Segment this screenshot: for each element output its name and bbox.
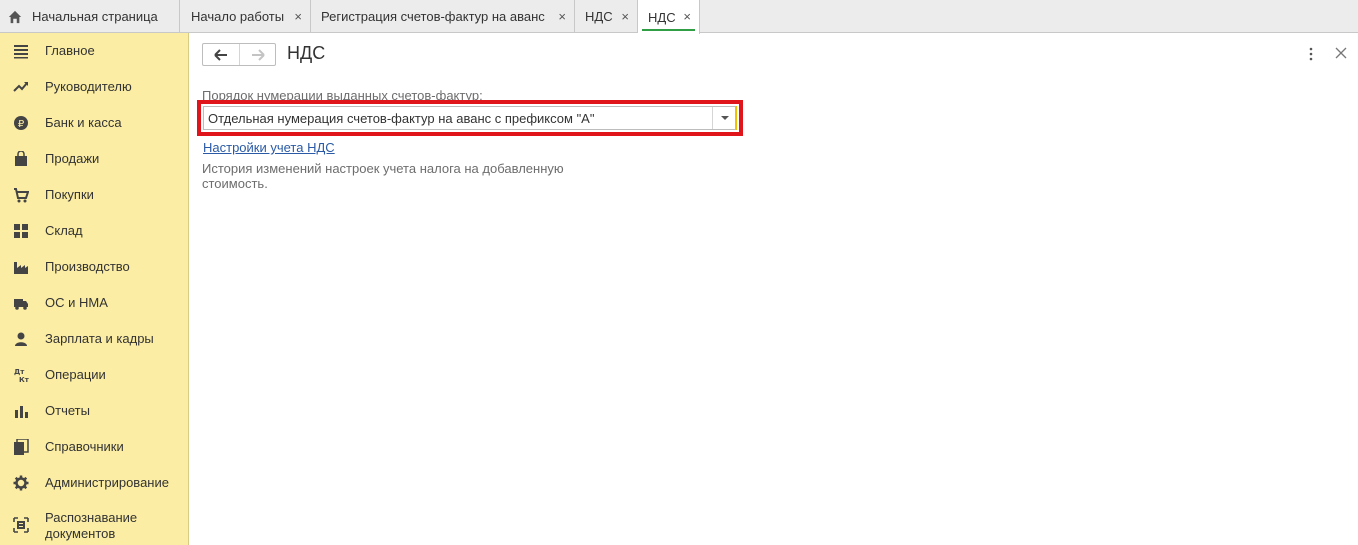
more-vertical-icon[interactable] — [1306, 46, 1316, 62]
person-icon — [15, 332, 27, 346]
factory-icon — [14, 262, 28, 274]
arrow-left-icon — [214, 48, 227, 61]
sidebar-item-label: Справочники — [45, 439, 124, 454]
tab-label: НДС — [585, 9, 613, 24]
books-icon — [14, 439, 29, 455]
page-title: НДС — [287, 43, 326, 63]
close-icon[interactable] — [1334, 46, 1348, 60]
sidebar-item-label: Продажи — [45, 151, 100, 166]
sidebar-item-directories[interactable]: Справочники — [0, 429, 189, 465]
tab-label: НДС — [648, 9, 676, 25]
arrow-right-icon — [251, 48, 265, 61]
close-icon[interactable]: × — [558, 9, 566, 24]
trend-icon — [13, 82, 28, 92]
truck-icon — [14, 299, 28, 310]
bag-icon — [15, 151, 27, 166]
sidebar-item-main[interactable]: Главное — [0, 33, 189, 69]
sidebar-item-operations[interactable]: Дт Кт Операции — [0, 357, 189, 393]
focus-accent — [735, 106, 737, 130]
tab-bar: Начальная страница Начало работы × Регис… — [0, 0, 1358, 34]
svg-text:Дт: Дт — [14, 368, 25, 376]
sidebar: Главное Руководителю ₽ Банк и касса Прод… — [0, 33, 189, 545]
sidebar-item-manager[interactable]: Руководителю — [0, 69, 189, 105]
sidebar-item-label: Банк и касса — [45, 115, 122, 130]
sidebar-item-label: Зарплата и кадры — [45, 331, 154, 346]
tab-home[interactable]: Начальная страница — [0, 0, 180, 33]
tab-getting-started[interactable]: Начало работы × — [181, 0, 311, 33]
sidebar-item-fixed-assets[interactable]: ОС и НМА — [0, 285, 189, 321]
forward-button[interactable] — [239, 44, 275, 65]
sidebar-item-recognition[interactable]: Распознавание документов — [0, 504, 189, 544]
chevron-down-icon — [720, 115, 729, 120]
vat-settings-link[interactable]: Настройки учета НДС — [203, 140, 335, 155]
sidebar-item-warehouse[interactable]: Склад — [0, 213, 189, 249]
warehouse-icon — [14, 224, 28, 238]
sidebar-item-label: Распознавание документов — [45, 510, 137, 542]
home-icon — [8, 10, 22, 23]
svg-text:₽: ₽ — [18, 119, 25, 130]
sidebar-item-label: Операции — [45, 367, 106, 382]
tab-invoice-registration[interactable]: Регистрация счетов-фактур на аванс × — [311, 0, 575, 33]
tab-label: Начало работы — [191, 9, 285, 24]
sidebar-item-bank[interactable]: ₽ Банк и касса — [0, 105, 189, 141]
close-icon[interactable]: × — [683, 9, 691, 24]
hint-text: История изменений настроек учета налога … — [202, 161, 564, 191]
sidebar-item-label-line1: Распознавание — [45, 510, 138, 525]
bar-chart-icon — [15, 406, 28, 418]
close-icon[interactable]: × — [294, 9, 302, 24]
scan-icon — [13, 517, 29, 533]
dt-kt-icon: Дт Кт — [14, 368, 29, 383]
sidebar-item-administration[interactable]: Администрирование — [0, 465, 189, 501]
select-value: Отдельная нумерация счетов-фактур на ава… — [208, 111, 595, 126]
sidebar-item-label: Руководителю — [45, 79, 132, 94]
sidebar-item-label: ОС и НМА — [45, 295, 108, 310]
sidebar-item-label: Администрирование — [45, 475, 169, 490]
tab-label: Регистрация счетов-фактур на аванс — [321, 9, 545, 24]
sidebar-item-label: Отчеты — [45, 403, 90, 418]
sidebar-item-label: Склад — [45, 223, 83, 238]
sidebar-item-sales[interactable]: Продажи — [0, 141, 189, 177]
sidebar-item-label-line2: документов — [45, 526, 116, 541]
sidebar-item-label: Покупки — [45, 187, 94, 202]
numbering-order-select[interactable]: Отдельная нумерация счетов-фактур на ава… — [203, 106, 737, 130]
menu-icon — [14, 45, 28, 59]
tab-home-label: Начальная страница — [32, 9, 158, 24]
dropdown-button[interactable] — [712, 107, 736, 129]
nav-buttons — [202, 43, 276, 66]
back-button[interactable] — [203, 44, 239, 65]
sidebar-item-production[interactable]: Производство — [0, 249, 189, 285]
ruble-icon: ₽ — [14, 116, 28, 130]
main-content: НДС Порядок нумерации выданных счетов-фа… — [190, 33, 1358, 545]
sidebar-item-reports[interactable]: Отчеты — [0, 393, 189, 429]
tab-nds-1[interactable]: НДС × — [575, 0, 638, 33]
sidebar-item-label: Производство — [45, 259, 130, 274]
cart-icon — [14, 188, 29, 203]
tab-nds-2[interactable]: НДС × — [638, 0, 700, 34]
sidebar-item-purchases[interactable]: Покупки — [0, 177, 189, 213]
svg-text:Кт: Кт — [19, 376, 29, 383]
close-icon[interactable]: × — [621, 9, 629, 24]
gear-icon — [13, 475, 29, 491]
sidebar-item-salary[interactable]: Зарплата и кадры — [0, 321, 189, 357]
sidebar-item-label: Главное — [45, 43, 95, 58]
